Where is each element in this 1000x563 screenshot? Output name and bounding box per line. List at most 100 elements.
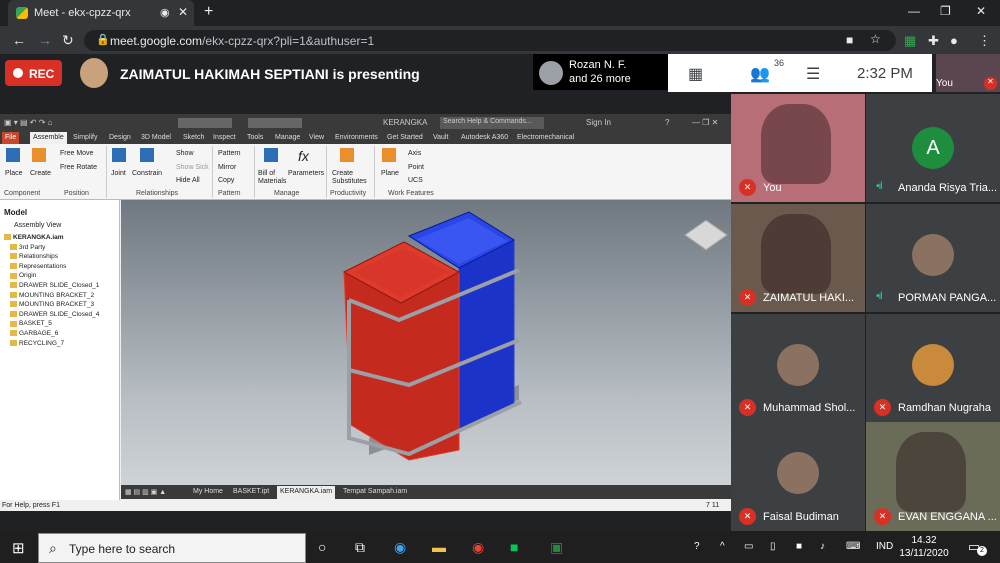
participant-tile[interactable]: ✕ You	[731, 94, 865, 202]
language-indicator[interactable]: IND	[876, 541, 893, 552]
participant-tile[interactable]: A •ıl Ananda Risya Tria...	[866, 94, 1000, 202]
network-tray-icon[interactable]: ▯	[770, 541, 776, 552]
place-icon[interactable]	[6, 148, 20, 162]
mirror-button[interactable]: Mirror	[218, 164, 236, 171]
participant-tile[interactable]: •ıl PORMAN PANGA...	[866, 204, 1000, 312]
show-button[interactable]: Show	[176, 150, 194, 157]
tree-item[interactable]: RECYCLING_7	[10, 340, 64, 347]
doc-tab[interactable]: Tempat Sampah.iam	[343, 488, 407, 495]
ribbon-tab-environments[interactable]: Environments	[332, 132, 381, 144]
bom-button[interactable]: Bill of Materials	[258, 170, 288, 186]
doc-tab[interactable]: My Home	[193, 488, 223, 495]
ribbon-tab-tools[interactable]: Tools	[244, 132, 266, 144]
axis-button[interactable]: Axis	[408, 150, 421, 157]
bom-icon[interactable]	[264, 148, 278, 162]
forward-icon[interactable]: →	[38, 32, 52, 48]
taskbar-clock[interactable]: 14.32 13/11/2020	[896, 534, 952, 560]
chrome-icon[interactable]: ◉	[472, 539, 484, 556]
ribbon-tab-electromechanical[interactable]: Electromechanical	[514, 132, 577, 144]
ribbon-tab-3d-model[interactable]: 3D Model	[138, 132, 174, 144]
ribbon-tab-file[interactable]: File	[2, 132, 20, 144]
edge-icon[interactable]: ◉	[394, 539, 406, 556]
tree-item[interactable]: Origin	[10, 272, 36, 279]
joint-button[interactable]: Joint	[111, 170, 126, 177]
notification-center-icon[interactable]: ▭ 2	[968, 539, 987, 556]
help-icon[interactable]: ?	[665, 118, 669, 127]
participant-tile[interactable]: ✕ ZAIMATUL HAKI...	[731, 204, 865, 312]
file-explorer-icon[interactable]: ▬	[432, 539, 446, 555]
tree-item[interactable]: KERANGKA.iam	[4, 234, 64, 241]
windows-start-icon[interactable]: ⊞	[12, 539, 25, 557]
ribbon-tab-get-started[interactable]: Get Started	[384, 132, 426, 144]
show-hidden-icons[interactable]: ^	[720, 541, 725, 552]
constrain-button[interactable]: Constrain	[132, 170, 162, 177]
recording-badge[interactable]: REC	[5, 60, 62, 86]
ribbon-tab-simplify[interactable]: Simplify	[70, 132, 101, 144]
free-move-button[interactable]: Free Move	[60, 150, 93, 157]
new-tab-button[interactable]: +	[204, 3, 213, 21]
appearance-dropdown[interactable]	[248, 118, 302, 128]
create-icon[interactable]	[32, 148, 46, 162]
tree-item[interactable]: GARBAGE_6	[10, 330, 58, 337]
tablet-tray-icon[interactable]: ▭	[744, 541, 753, 552]
ribbon-tab-autodesk-a360[interactable]: Autodesk A360	[458, 132, 511, 144]
people-icon[interactable]: 👥	[750, 64, 770, 84]
view-toggle-icons[interactable]: ▦ ▤ ▥ ▣ ▲	[125, 488, 166, 496]
tree-item[interactable]: DRAWER SLIDE_Closed_4	[10, 311, 99, 318]
sheets-app-icon[interactable]: ▣	[550, 539, 563, 556]
taskbar-search-box[interactable]: ⌕ Type here to search	[38, 533, 306, 563]
restore-window-icon[interactable]: ❐	[940, 4, 951, 18]
bookmark-star-icon[interactable]: ☆	[870, 32, 881, 46]
profile-avatar-icon[interactable]: ●	[950, 33, 958, 48]
create-button[interactable]: Create	[30, 170, 51, 177]
tree-item[interactable]: MOUNTING BRACKET_2	[10, 292, 94, 299]
ribbon-tab-vault[interactable]: Vault	[430, 132, 451, 144]
participant-tile[interactable]: ✕ EVAN ENGGANA ...	[866, 422, 1000, 531]
close-tab-icon[interactable]: ✕	[178, 5, 188, 19]
back-icon[interactable]: ←	[12, 32, 26, 48]
address-bar[interactable]: 🔒 meet.google.com/ekx-cpzz-qrx?pli=1&aut…	[84, 30, 896, 51]
plane-icon[interactable]	[382, 148, 396, 162]
cortana-icon[interactable]: ○	[318, 539, 326, 555]
tree-item[interactable]: BASKET_5	[10, 320, 52, 327]
extensions-puzzle-icon[interactable]: ✚	[928, 33, 939, 49]
parameters-button[interactable]: Parameters	[288, 170, 324, 177]
tree-item[interactable]: 3rd Party	[10, 244, 45, 251]
help-search-input[interactable]: Search Help & Commands...	[440, 117, 544, 129]
viewcube-icon[interactable]	[684, 219, 728, 251]
keyboard-icon[interactable]: ⌨	[846, 541, 860, 552]
chrome-menu-icon[interactable]: ⋮	[978, 33, 991, 49]
participant-tile[interactable]: ✕ Muhammad Shol...	[731, 314, 865, 422]
doc-tab[interactable]: BASKET.ipt	[233, 488, 269, 495]
joint-icon[interactable]	[112, 148, 126, 162]
point-button[interactable]: Point	[408, 164, 424, 171]
hide-all-button[interactable]: Hide All	[176, 177, 200, 184]
parameters-fx-icon[interactable]: fx	[298, 148, 309, 164]
sign-in-link[interactable]: Sign In	[586, 118, 611, 127]
tree-item[interactable]: DRAWER SLIDE_Closed_1	[10, 282, 99, 289]
extension-sheets-icon[interactable]: ▦	[904, 33, 916, 49]
constrain-icon[interactable]	[140, 148, 154, 162]
ribbon-tab-view[interactable]: View	[306, 132, 327, 144]
line-app-icon[interactable]: ■	[510, 539, 518, 555]
ribbon-tab-manage[interactable]: Manage	[272, 132, 303, 144]
free-rotate-button[interactable]: Free Rotate	[60, 164, 97, 171]
assembly-view-dropdown[interactable]: Assembly View	[14, 222, 61, 229]
ribbon-tab-assemble[interactable]: Assemble	[30, 132, 67, 144]
minimize-window-icon[interactable]: —	[908, 4, 920, 18]
material-dropdown[interactable]	[178, 118, 232, 128]
volume-icon[interactable]: ♪	[820, 541, 825, 552]
inv-window-controls[interactable]: — ❐ ✕	[692, 118, 718, 127]
place-button[interactable]: Place	[5, 170, 23, 177]
help-tray-icon[interactable]: ?	[694, 541, 700, 552]
3d-viewport[interactable]	[121, 200, 731, 485]
doc-tab[interactable]: KERANGKA.iam	[277, 486, 336, 499]
tree-item[interactable]: Relationships	[10, 253, 58, 260]
quick-access-icons[interactable]: ▣ ▾ ▤ ↶ ↷ ⌂	[4, 118, 52, 127]
reload-icon[interactable]: ↻	[62, 32, 74, 49]
layout-grid-icon[interactable]: ▦	[688, 64, 703, 84]
tree-item[interactable]: MOUNTING BRACKET_3	[10, 301, 94, 308]
create-substitutes-button[interactable]: Create Substitutes	[332, 170, 368, 186]
browser-tab[interactable]: Meet - ekx-cpzz-qrx ◉ ✕	[8, 0, 194, 26]
show-sick-button[interactable]: Show Sick	[176, 164, 209, 171]
